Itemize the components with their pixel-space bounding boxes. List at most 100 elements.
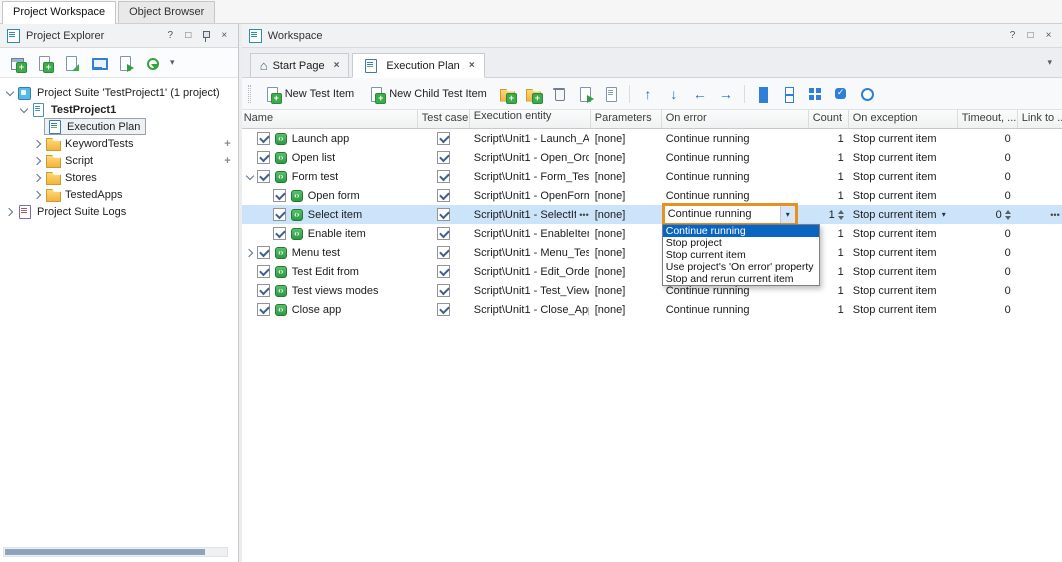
delete-test-item-button[interactable] xyxy=(547,83,571,105)
dropdown-option-stop-current-item[interactable]: Stop current item xyxy=(663,249,819,261)
test-item-row-close-app[interactable]: Close appScript\Unit1 - Close_App[none]C… xyxy=(242,300,1062,319)
test-item-row-form-test[interactable]: Form testScript\Unit1 - Form_Test[none]C… xyxy=(242,167,1062,186)
item-enabled-checkbox[interactable] xyxy=(257,132,270,145)
dropdown-option-stop-project[interactable]: Stop project xyxy=(663,237,819,249)
close-panel-button[interactable]: × xyxy=(217,28,232,44)
outdent-item-button[interactable]: ← xyxy=(688,83,712,105)
test-case-checkbox[interactable] xyxy=(437,170,450,183)
new-test-item-button[interactable]: New Test Item xyxy=(258,82,361,106)
test-item-row-enable-item[interactable]: Enable itemScript\Unit1 - EnableItem[non… xyxy=(242,224,1062,243)
entity-browse-button[interactable]: ••• xyxy=(576,210,588,220)
generate-report-button[interactable] xyxy=(599,83,623,105)
test-case-checkbox[interactable] xyxy=(437,284,450,297)
twisty-down-icon[interactable] xyxy=(244,171,256,183)
column-header-on-error[interactable]: On error xyxy=(662,110,809,128)
tab-object-browser[interactable]: Object Browser xyxy=(118,1,215,23)
add-item-plus-button[interactable]: + xyxy=(224,138,230,150)
close-panel-button[interactable]: × xyxy=(1041,28,1056,44)
maximize-button[interactable]: □ xyxy=(1023,28,1038,44)
on-exception-dropdown-arrow[interactable]: ▾ xyxy=(942,210,958,219)
tab-project-workspace[interactable]: Project Workspace xyxy=(2,1,116,24)
new-project-suite-button[interactable] xyxy=(5,52,29,74)
auto-hide-pin-button[interactable] xyxy=(199,28,214,44)
dropdown-option-continue-running[interactable]: Continue running xyxy=(663,225,819,237)
test-case-checkbox[interactable] xyxy=(437,132,450,145)
tree-item-testproject1[interactable]: TestProject1 xyxy=(0,101,238,118)
tab-list-dropdown[interactable]: ▾ xyxy=(1037,57,1062,68)
move-down-button[interactable]: ↓ xyxy=(662,83,686,105)
new-child-group-button[interactable] xyxy=(521,83,545,105)
test-case-checkbox[interactable] xyxy=(437,227,450,240)
tree-item-stores[interactable]: Stores xyxy=(0,169,238,186)
item-enabled-checkbox[interactable] xyxy=(257,151,270,164)
tree-item-project-suite-testproject1-1-project[interactable]: Project Suite 'TestProject1' (1 project) xyxy=(0,84,238,101)
item-enabled-checkbox[interactable] xyxy=(257,170,270,183)
check-selected-button[interactable] xyxy=(829,83,853,105)
column-header-timeout[interactable]: Timeout, ... xyxy=(958,110,1018,128)
column-header-execution-entity[interactable]: Execution entity xyxy=(470,110,591,128)
twisty-right-icon[interactable] xyxy=(32,138,44,150)
test-item-row-test-views-modes[interactable]: Test views modesScript\Unit1 - Test_View… xyxy=(242,281,1062,300)
test-case-checkbox[interactable] xyxy=(437,208,450,221)
spin-down-icon[interactable] xyxy=(1005,216,1011,220)
test-case-checkbox[interactable] xyxy=(437,246,450,259)
tree-item-testedapps[interactable]: TestedApps xyxy=(0,186,238,203)
link-browse-button[interactable]: ••• xyxy=(1047,210,1059,220)
item-enabled-checkbox[interactable] xyxy=(273,227,286,240)
column-header-test-case[interactable]: Test case xyxy=(418,110,470,128)
test-item-row-select-item[interactable]: Select itemScript\Unit1 - SelectItem•••[… xyxy=(242,205,1062,224)
spin-down-icon[interactable] xyxy=(838,216,844,220)
tab-execution-plan[interactable]: Execution Plan × xyxy=(352,53,484,78)
test-case-checkbox[interactable] xyxy=(437,151,450,164)
new-child-test-item-button[interactable]: New Child Test Item xyxy=(362,82,493,106)
profiler-button[interactable] xyxy=(140,52,164,74)
combo-dropdown-button[interactable]: ▾ xyxy=(780,206,795,223)
test-item-row-test-edit-from[interactable]: Test Edit fromScript\Unit1 - Edit_Order[… xyxy=(242,262,1062,281)
column-header-parameters[interactable]: Parameters xyxy=(591,110,662,128)
check-all-button[interactable] xyxy=(751,83,775,105)
item-enabled-checkbox[interactable] xyxy=(257,246,270,259)
twisty-down-icon[interactable] xyxy=(4,87,16,99)
spin-up-icon[interactable] xyxy=(838,210,844,214)
indent-item-button[interactable]: → xyxy=(714,83,738,105)
test-case-checkbox[interactable] xyxy=(437,189,450,202)
item-enabled-checkbox[interactable] xyxy=(257,265,270,278)
item-enabled-checkbox[interactable] xyxy=(273,208,286,221)
close-tab-icon[interactable]: × xyxy=(334,60,340,71)
twisty-right-icon[interactable] xyxy=(4,206,16,218)
add-existing-item-button[interactable] xyxy=(59,52,83,74)
column-header-count[interactable]: Count xyxy=(809,110,849,128)
item-enabled-checkbox[interactable] xyxy=(257,284,270,297)
item-enabled-checkbox[interactable] xyxy=(273,189,286,202)
column-header-name[interactable]: Name xyxy=(242,110,418,128)
run-project-button[interactable] xyxy=(113,52,137,74)
add-item-plus-button[interactable]: + xyxy=(224,155,230,167)
spinner-control[interactable] xyxy=(1005,210,1011,220)
test-item-row-menu-test[interactable]: Menu testScript\Unit1 - Menu_Test[none]C… xyxy=(242,243,1062,262)
test-case-checkbox[interactable] xyxy=(437,303,450,316)
view-organizer-button[interactable] xyxy=(86,52,110,74)
horizontal-scrollbar[interactable] xyxy=(3,547,228,557)
uncheck-selected-button[interactable] xyxy=(855,83,879,105)
dropdown-option-use-project-s-on-error-property[interactable]: Use project's 'On error' property xyxy=(663,261,819,273)
twisty-right-icon[interactable] xyxy=(244,247,256,259)
tab-start-page[interactable]: ⌂ Start Page × xyxy=(250,53,350,78)
twisty-right-icon[interactable] xyxy=(32,172,44,184)
spinner-control[interactable] xyxy=(838,210,844,220)
twisty-right-icon[interactable] xyxy=(32,189,44,201)
test-item-row-launch-app[interactable]: Launch appScript\Unit1 - Launch_App[none… xyxy=(242,129,1062,148)
twisty-right-icon[interactable] xyxy=(32,155,44,167)
invert-checks-button[interactable] xyxy=(803,83,827,105)
maximize-button[interactable]: □ xyxy=(181,28,196,44)
test-item-row-open-form[interactable]: Open formScript\Unit1 - OpenForm[none]Co… xyxy=(242,186,1062,205)
dropdown-option-stop-and-rerun-current-item[interactable]: Stop and rerun current item xyxy=(663,273,819,285)
uncheck-all-button[interactable] xyxy=(777,83,801,105)
move-up-button[interactable]: ↑ xyxy=(636,83,660,105)
on-error-combobox[interactable]: Continue running▾ xyxy=(665,206,795,223)
tree-item-project-suite-logs[interactable]: Project Suite Logs xyxy=(0,203,238,220)
spin-up-icon[interactable] xyxy=(1005,210,1011,214)
help-button[interactable]: ? xyxy=(163,28,178,44)
help-button[interactable]: ? xyxy=(1005,28,1020,44)
tree-item-script[interactable]: Script+ xyxy=(0,152,238,169)
column-header-link-to[interactable]: Link to ... xyxy=(1018,110,1062,128)
